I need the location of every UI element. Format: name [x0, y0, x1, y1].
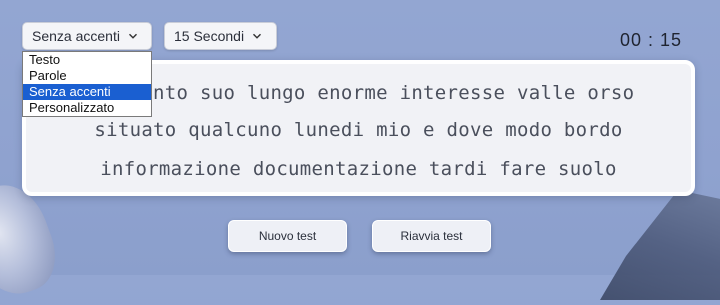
dropdown-option-personalizzato[interactable]: Personalizzato: [23, 100, 151, 116]
countdown-timer: 00 : 15: [619, 30, 682, 50]
word-line: situato qualcuno lunedi mio e dove modo …: [94, 119, 623, 141]
mode-select-value: Senza accenti: [32, 28, 120, 44]
dropdown-option-senza-accenti[interactable]: Senza accenti: [23, 84, 151, 100]
restart-test-button[interactable]: Riavvia test: [372, 220, 491, 252]
chevron-down-icon: [252, 31, 262, 41]
decorative-rock-right: [600, 190, 720, 300]
word-line: informazione documentazione tardi fare s…: [100, 158, 617, 180]
new-test-button[interactable]: Nuovo test: [228, 220, 347, 252]
mode-select[interactable]: Senza accenti: [22, 22, 152, 50]
time-select-value: 15 Secondi: [174, 28, 245, 44]
dropdown-option-parole[interactable]: Parole: [23, 68, 151, 84]
dropdown-option-testo[interactable]: Testo: [23, 52, 151, 68]
mode-dropdown-list: Testo Parole Senza accenti Personalizzat…: [22, 51, 152, 117]
chevron-down-icon: [128, 31, 138, 41]
time-select[interactable]: 15 Secondi: [164, 22, 277, 50]
